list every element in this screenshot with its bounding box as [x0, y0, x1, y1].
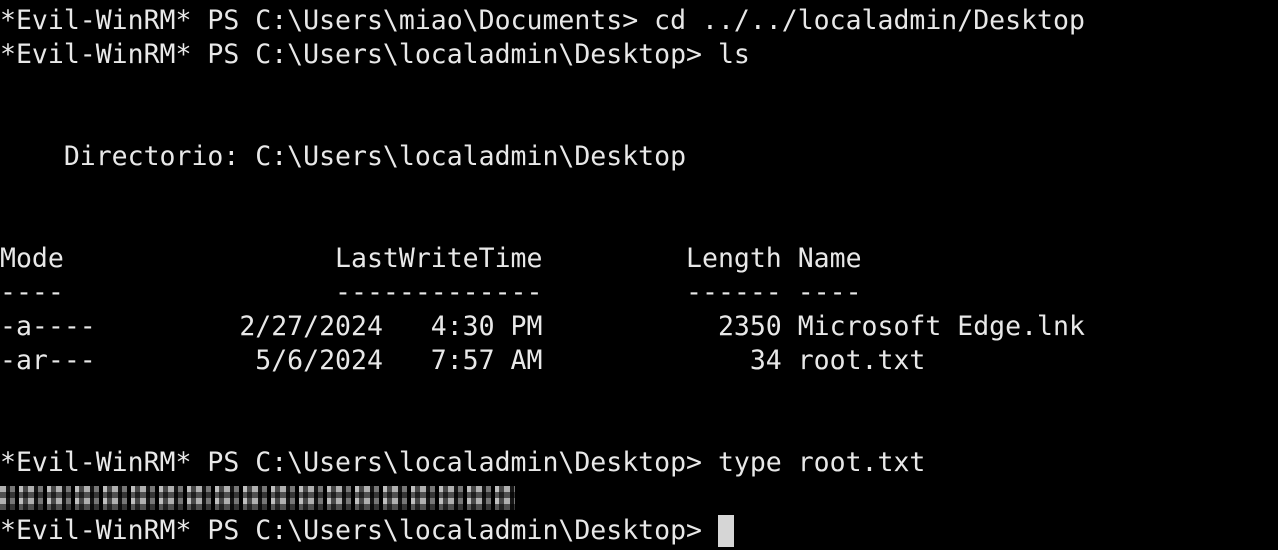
terminal-line-ls-command: *Evil-WinRM* PS C:\Users\localadmin\Desk…	[0, 39, 750, 70]
text-cursor	[717, 515, 734, 547]
redacted-flag-output	[0, 486, 515, 510]
terminal-output[interactable]: *Evil-WinRM* PS C:\Users\miao\Documents>…	[0, 4, 1278, 550]
listing-header-underline: ---- ------------- ------ ----	[0, 277, 862, 308]
listing-row-root-txt: -ar--- 5/6/2024 7:57 AM 34 root.txt	[0, 345, 926, 376]
terminal-line-cd-command: *Evil-WinRM* PS C:\Users\miao\Documents>…	[0, 5, 1085, 36]
listing-row-edge-lnk: -a---- 2/27/2024 4:30 PM 2350 Microsoft …	[0, 311, 1085, 342]
terminal-prompt-line[interactable]: *Evil-WinRM* PS C:\Users\localadmin\Desk…	[0, 514, 734, 548]
prompt-text: *Evil-WinRM* PS C:\Users\localadmin\Desk…	[0, 515, 718, 546]
terminal-line-type-command: *Evil-WinRM* PS C:\Users\localadmin\Desk…	[0, 447, 926, 478]
listing-header: Mode LastWriteTime Length Name	[0, 243, 862, 274]
directory-heading: Directorio: C:\Users\localadmin\Desktop	[0, 141, 687, 172]
